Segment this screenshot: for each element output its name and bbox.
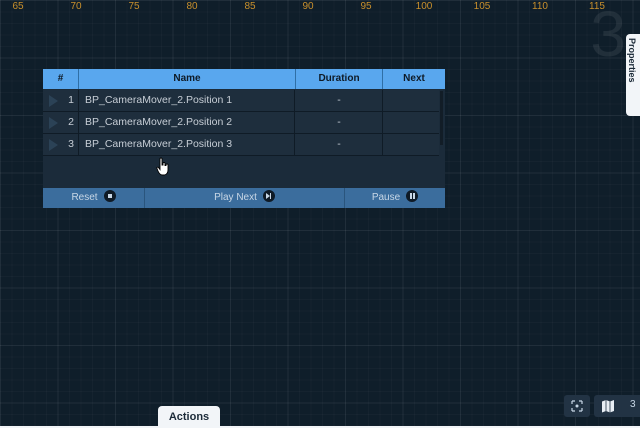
fit-view-button[interactable]	[564, 395, 590, 417]
corner-number: 3	[590, 0, 626, 70]
fit-view-icon	[571, 400, 583, 412]
ruler-label: 80	[186, 1, 198, 12]
play-icon[interactable]	[49, 95, 58, 107]
ruler-label: 95	[360, 1, 372, 12]
header-duration: Duration	[296, 69, 383, 89]
row-duration[interactable]: -	[296, 134, 383, 155]
row-number: 1	[68, 94, 74, 106]
sequence-panel: # Name Duration Next 1 BP_CameraMover_2.…	[43, 69, 445, 208]
scrollbar-thumb[interactable]	[440, 91, 443, 145]
play-icon[interactable]	[49, 139, 58, 151]
row-index-cell: 2	[43, 112, 79, 133]
table-row[interactable]: 1 BP_CameraMover_2.Position 1 -	[43, 90, 439, 112]
ruler-label: 100	[415, 1, 433, 12]
map-count: 3	[630, 399, 636, 410]
row-name: BP_CameraMover_2.Position 2	[79, 112, 295, 133]
ruler-label: 90	[302, 1, 314, 12]
ruler-label: 65	[12, 1, 24, 12]
header-index: #	[43, 69, 79, 89]
row-index-cell: 3	[43, 134, 79, 155]
properties-tab-label: Properties	[627, 38, 637, 83]
play-next-label: Play Next	[214, 192, 257, 203]
table-row[interactable]: 3 BP_CameraMover_2.Position 3 -	[43, 134, 439, 156]
map-icon	[602, 400, 614, 413]
header-next: Next	[403, 73, 425, 84]
ruler-label: 70	[70, 1, 82, 12]
hand-cursor-icon	[156, 157, 169, 176]
ruler-label: 85	[244, 1, 256, 12]
pause-button[interactable]: Pause	[345, 188, 445, 208]
playback-footer: Reset Play Next Pause	[43, 188, 445, 208]
row-name: BP_CameraMover_2.Position 1	[79, 90, 295, 111]
actions-tab[interactable]: Actions	[158, 406, 220, 428]
ruler-label: 75	[128, 1, 140, 12]
viewport-grid[interactable]	[0, 0, 640, 428]
row-name: BP_CameraMover_2.Position 3	[79, 134, 295, 155]
row-number: 3	[68, 138, 74, 150]
ruler-label: 110	[532, 1, 548, 12]
row-duration[interactable]: -	[296, 112, 383, 133]
top-ruler: 65 70 75 80 85 90 95 100 105 110 115	[0, 0, 640, 14]
pause-icon	[406, 190, 419, 203]
play-next-button[interactable]: Play Next	[145, 188, 345, 208]
header-name: Name	[79, 69, 296, 89]
map-button[interactable]: 3	[594, 395, 640, 417]
row-next[interactable]	[383, 112, 439, 133]
play-icon[interactable]	[49, 117, 58, 129]
table-scrollbar[interactable]	[439, 89, 445, 186]
ruler-label: 105	[473, 1, 491, 12]
pause-label: Pause	[371, 192, 401, 203]
row-index-cell: 1	[43, 90, 79, 111]
table-row[interactable]: 2 BP_CameraMover_2.Position 2 -	[43, 112, 439, 134]
properties-tab[interactable]: Properties	[626, 34, 640, 116]
stop-icon	[103, 190, 116, 203]
table-header: # Name Duration Next	[43, 69, 445, 89]
reset-label: Reset	[71, 192, 98, 203]
row-number: 2	[68, 116, 74, 128]
row-next[interactable]	[383, 90, 439, 111]
row-next[interactable]	[383, 134, 439, 155]
row-duration[interactable]: -	[296, 90, 383, 111]
reset-button[interactable]: Reset	[43, 188, 145, 208]
skip-next-icon	[262, 190, 275, 203]
